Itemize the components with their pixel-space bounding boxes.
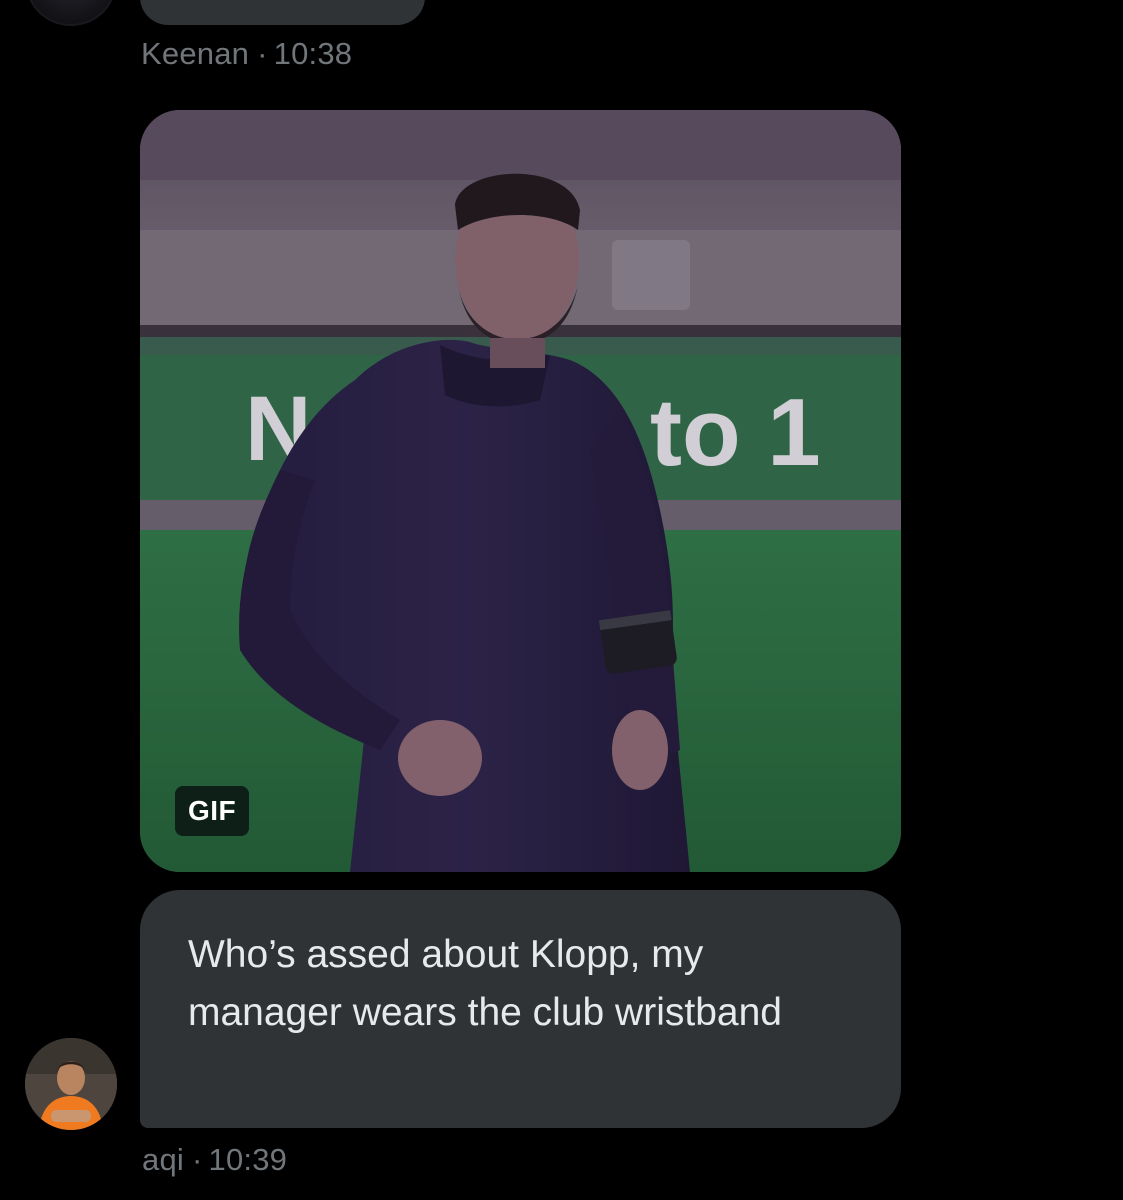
meta-separator: · (257, 36, 268, 71)
message-text: Who’s assed about Klopp, my manager wear… (188, 933, 782, 1034)
gif-badge: GIF (175, 786, 250, 836)
previous-message-time: 10:38 (273, 36, 353, 71)
user-avatar-icon (25, 1038, 117, 1130)
message-bubble[interactable]: Who’s assed about Klopp, my manager wear… (140, 890, 901, 1128)
previous-message-bubble[interactable] (140, 0, 425, 25)
gif-message[interactable]: N to 1 GIF (140, 110, 901, 872)
message-meta: aqi · 10:39 (142, 1142, 287, 1178)
meta-separator: · (191, 1142, 203, 1177)
previous-message-meta: Keenan · 10:38 (141, 36, 352, 72)
sender-avatar[interactable] (25, 1038, 117, 1130)
previous-sender-avatar[interactable] (26, 0, 116, 26)
gif-frame: N to 1 (140, 110, 901, 872)
sender-name: aqi (142, 1142, 184, 1177)
message-time: 10:39 (208, 1142, 288, 1177)
previous-sender-name: Keenan (141, 36, 250, 71)
